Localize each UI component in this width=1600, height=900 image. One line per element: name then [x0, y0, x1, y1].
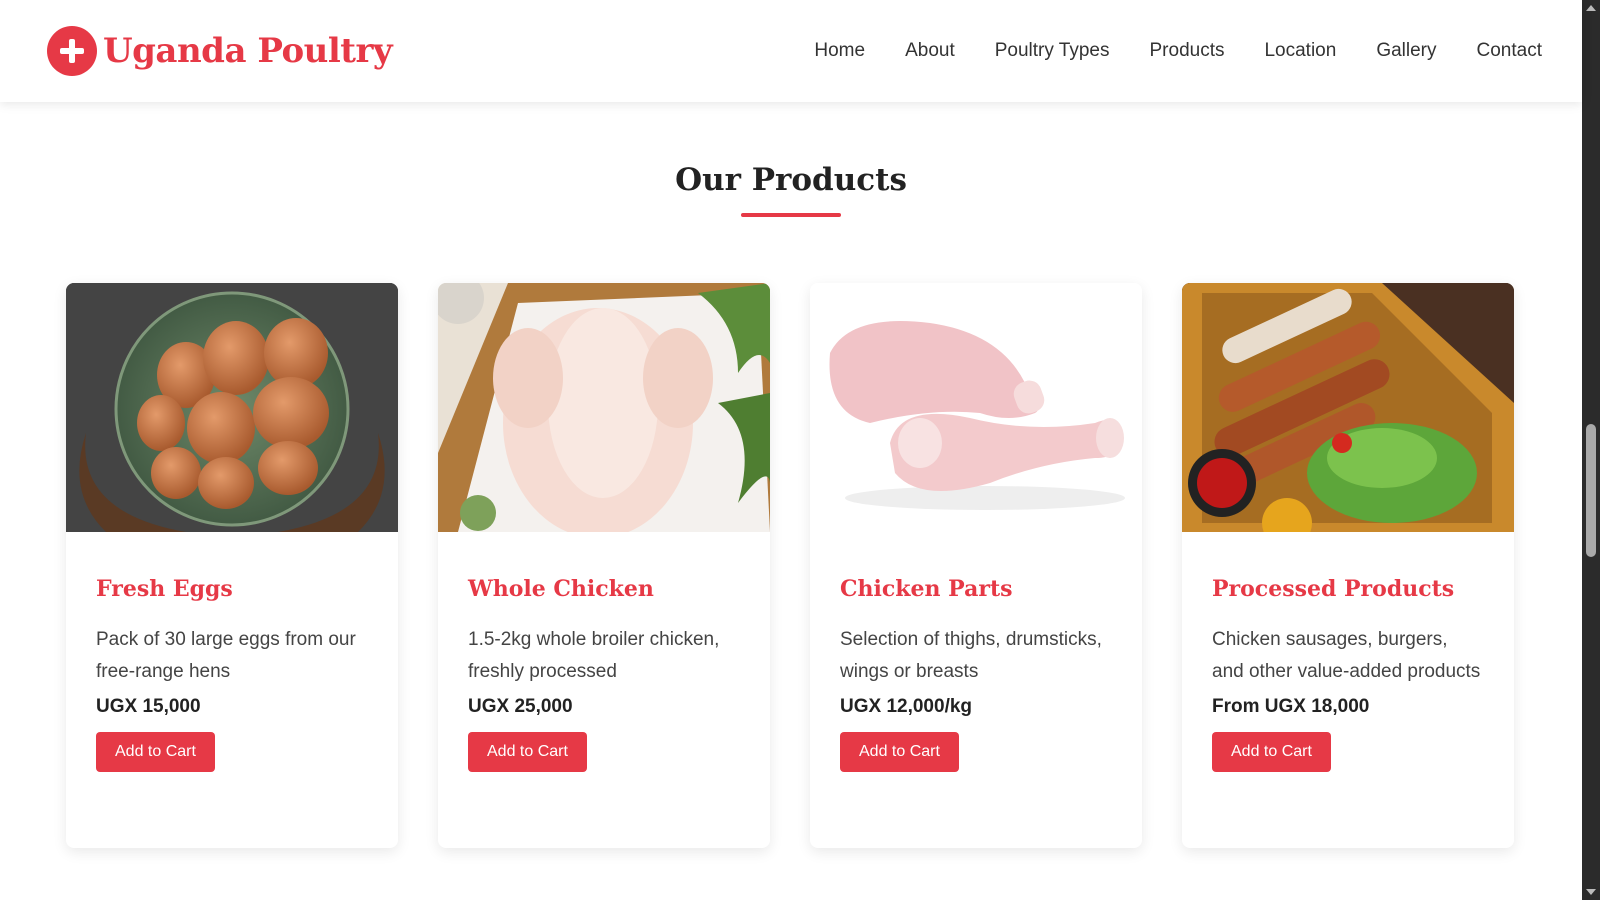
add-to-cart-button[interactable]: Add to Cart	[468, 732, 587, 772]
scrollbar-thumb[interactable]	[1586, 424, 1596, 557]
raw-whole-chicken-image	[438, 283, 770, 532]
nav-home[interactable]: Home	[814, 40, 865, 61]
site-logo[interactable]: Uganda Poultry	[47, 26, 393, 76]
eggs-illustration	[66, 283, 398, 532]
card-body: Fresh Eggs Pack of 30 large eggs from ou…	[66, 532, 398, 802]
nav-poultry-types[interactable]: Poultry Types	[995, 40, 1110, 61]
product-price: UGX 12,000/kg	[840, 696, 973, 717]
product-price: UGX 15,000	[96, 696, 201, 717]
add-to-cart-button[interactable]: Add to Cart	[840, 732, 959, 772]
product-price: UGX 25,000	[468, 696, 573, 717]
brand-name: Uganda Poultry	[103, 31, 393, 71]
plus-circle-icon	[47, 26, 97, 76]
product-card-chicken-parts: Chicken Parts Selection of thighs, drums…	[810, 283, 1142, 848]
product-card-processed-products: Processed Products Chicken sausages, bur…	[1182, 283, 1514, 848]
whole-chicken-illustration	[438, 283, 770, 532]
nav-contact[interactable]: Contact	[1477, 40, 1542, 61]
card-body: Processed Products Chicken sausages, bur…	[1182, 532, 1514, 802]
site-header: Uganda Poultry Home About Poultry Types …	[0, 0, 1582, 102]
product-description: 1.5-2kg whole broiler chicken, freshly p…	[468, 629, 720, 682]
scroll-down-icon[interactable]	[1586, 889, 1596, 895]
product-price: From UGX 18,000	[1212, 696, 1370, 717]
nav-about[interactable]: About	[905, 40, 955, 61]
product-title: Whole Chicken	[468, 576, 654, 602]
nav-products[interactable]: Products	[1150, 40, 1225, 61]
title-underline	[741, 213, 841, 217]
product-grid: Fresh Eggs Pack of 30 large eggs from ou…	[66, 283, 1516, 848]
product-description: Selection of thighs, drumsticks, wings o…	[840, 629, 1102, 682]
drumsticks-illustration	[810, 283, 1142, 532]
add-to-cart-button[interactable]: Add to Cart	[96, 732, 215, 772]
nav-location[interactable]: Location	[1264, 40, 1336, 61]
eggs-in-bowl-image	[66, 283, 398, 532]
section-title: Our Products	[675, 162, 907, 198]
card-body: Whole Chicken 1.5-2kg whole broiler chic…	[438, 532, 770, 802]
card-body: Chicken Parts Selection of thighs, drums…	[810, 532, 1142, 802]
product-card-whole-chicken: Whole Chicken 1.5-2kg whole broiler chic…	[438, 283, 770, 848]
page-scrollbar[interactable]	[1582, 0, 1600, 900]
product-description: Pack of 30 large eggs from our free-rang…	[96, 629, 356, 682]
main-nav: Home About Poultry Types Products Locati…	[774, 40, 1542, 62]
product-title: Fresh Eggs	[96, 576, 233, 602]
product-description: Chicken sausages, burgers, and other val…	[1212, 629, 1481, 682]
scroll-up-icon[interactable]	[1586, 5, 1596, 11]
nav-gallery[interactable]: Gallery	[1376, 40, 1436, 61]
product-title: Processed Products	[1212, 576, 1455, 602]
raw-drumsticks-image	[810, 283, 1142, 532]
sausages-on-board-image	[1182, 283, 1514, 532]
product-title: Chicken Parts	[840, 576, 1013, 602]
product-card-fresh-eggs: Fresh Eggs Pack of 30 large eggs from ou…	[66, 283, 398, 848]
sausages-illustration	[1182, 283, 1514, 532]
add-to-cart-button[interactable]: Add to Cart	[1212, 732, 1331, 772]
